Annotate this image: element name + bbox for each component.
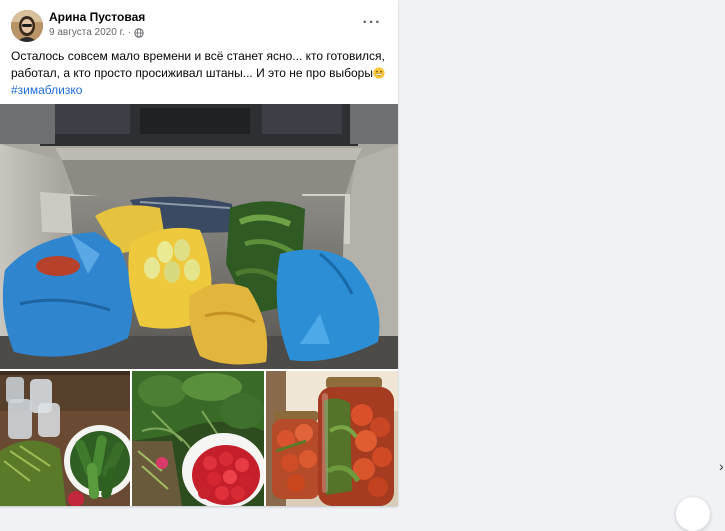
car-trunk-with-harvest-photo[interactable] [0,104,398,369]
post-header: Арина Пустовая 9 августа 2020 г. · ··· [0,0,398,45]
author-name[interactable]: Арина Пустовая [49,10,145,24]
grinning-emoji-icon [373,67,385,79]
canned-tomatoes-jars-photo[interactable] [266,371,398,506]
post-date[interactable]: 9 августа 2020 г. [49,27,125,39]
right-edge-indicator: › [719,458,724,474]
greens-and-tomatoes-photo[interactable] [132,371,264,506]
globe-icon[interactable] [134,28,144,38]
hashtag-link[interactable]: #зимаблизко [11,83,82,97]
hashtag-line: #зимаблизко [11,82,391,99]
post-meta: 9 августа 2020 г. · [49,27,144,39]
avatar[interactable] [11,10,43,42]
more-options-button[interactable]: ··· [359,13,385,39]
post-text: Осталось совсем мало времени и всё стане… [11,48,391,99]
cucumbers-and-jars-photo[interactable] [0,371,130,506]
post-text-line-2: работал, а кто просто просиживал штаны..… [11,66,373,80]
post-text-line-2-wrap: работал, а кто просто просиживал штаны..… [11,65,391,82]
post-card: Арина Пустовая 9 августа 2020 г. · ··· О… [0,0,398,506]
post-text-line-1: Осталось совсем мало времени и всё стане… [11,49,385,63]
meta-separator: · [127,27,132,38]
more-options-icon: ··· [362,14,382,31]
floating-action-button[interactable] [676,497,710,531]
